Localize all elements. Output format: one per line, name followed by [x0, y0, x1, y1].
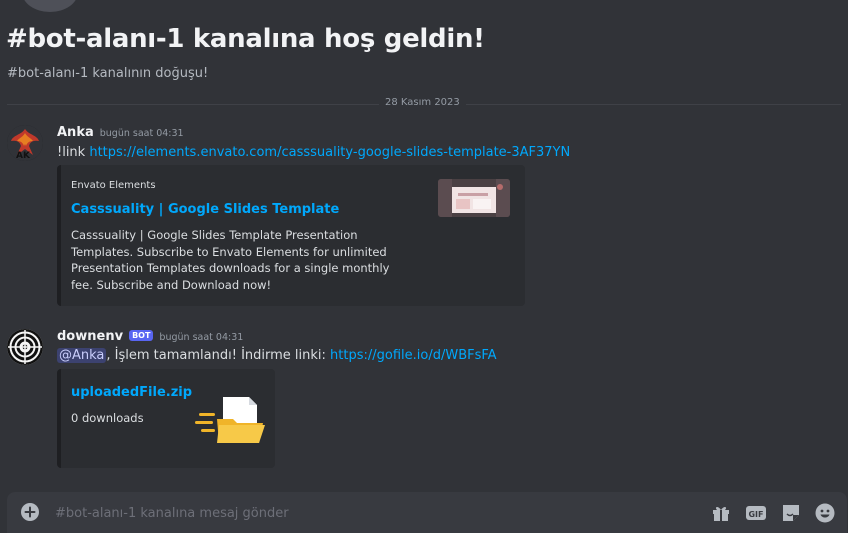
server-icon-partial	[22, 0, 78, 12]
zip-folder-icon[interactable]	[195, 391, 267, 447]
message-text: !link	[57, 145, 90, 160]
message-text: , İşlem tamamlandı! İndirme linki:	[106, 348, 331, 363]
message-content: @Anka, İşlem tamamlandı! İndirme linki: …	[57, 348, 497, 363]
embed-title[interactable]: Casssuality | Google Slides Template	[71, 202, 339, 217]
message-content: !link https://elements.envato.com/casssu…	[57, 145, 570, 160]
slides-template-thumbnail[interactable]	[438, 179, 510, 217]
user-mention[interactable]: @Anka	[57, 348, 107, 363]
message-link[interactable]: https://elements.envato.com/casssuality-…	[89, 145, 570, 160]
date-divider-label: 28 Kasım 2023	[379, 97, 466, 108]
channel-welcome-subtitle: #bot-alanı-1 kanalının doğuşu!	[7, 66, 209, 81]
message-author[interactable]: Anka	[57, 125, 94, 140]
embed-description: Casssuality | Google Slides Template Pre…	[71, 228, 390, 292]
attachment-download-count: 0 downloads	[71, 411, 144, 425]
sticker-icon[interactable]	[780, 502, 802, 524]
message-input[interactable]	[55, 502, 575, 524]
message-composer: GIF	[7, 492, 847, 533]
svg-text:AK: AK	[16, 151, 31, 161]
gift-icon[interactable]	[710, 502, 732, 524]
message-link[interactable]: https://gofile.io/d/WBFsFA	[330, 348, 497, 363]
attachment-filename[interactable]: uploadedFile.zip	[71, 385, 192, 400]
message-timestamp: bugün saat 04:31	[159, 332, 244, 343]
link-embed: Envato Elements Casssuality | Google Sli…	[57, 165, 525, 306]
bot-badge: BOT	[129, 330, 154, 341]
phoenix-avatar-icon[interactable]: AK	[7, 125, 43, 161]
gif-icon[interactable]: GIF	[745, 502, 767, 524]
emoji-icon[interactable]	[814, 502, 836, 524]
gif-label: GIF	[748, 510, 763, 519]
file-attachment: uploadedFile.zip 0 downloads	[57, 369, 275, 468]
channel-welcome-title: #bot-alanı-1 kanalına hoş geldin!	[6, 24, 485, 54]
message-timestamp: bugün saat 04:31	[99, 128, 184, 139]
add-circle-icon[interactable]	[21, 503, 39, 521]
message-author[interactable]: downenv	[57, 329, 123, 344]
embed-provider[interactable]: Envato Elements	[71, 180, 156, 191]
spiral-avatar-icon[interactable]	[7, 329, 43, 365]
